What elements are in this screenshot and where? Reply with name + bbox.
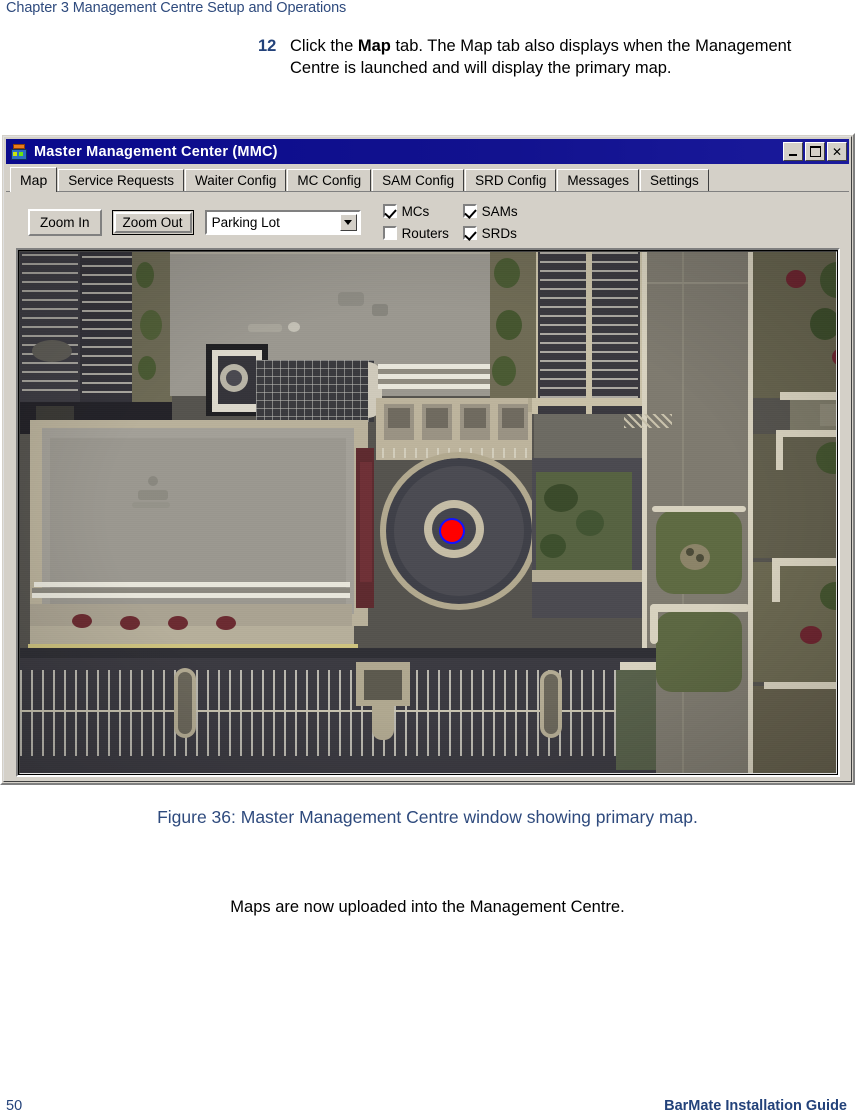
tab-waiter-config[interactable]: Waiter Config (185, 169, 287, 191)
tab-srd-config[interactable]: SRD Config (465, 169, 557, 191)
checkbox-srds-box[interactable] (462, 226, 477, 240)
tab-strip: Map Service Requests Waiter Config MC Co… (6, 166, 849, 192)
checkbox-routers-box[interactable] (382, 226, 397, 240)
checkbox-mcs-label: MCs (401, 203, 430, 219)
footer-guide-title: BarMate Installation Guide (664, 1098, 847, 1114)
step-text: Click the Map tab. The Map tab also disp… (290, 36, 810, 79)
device-marker[interactable] (439, 518, 465, 544)
figure-caption: Figure 36: Master Management Centre wind… (0, 805, 855, 829)
checkbox-sams-label: SAMs (481, 203, 518, 219)
numbered-step: 12 Click the Map tab. The Map tab also d… (258, 36, 838, 79)
closing-paragraph: Maps are now uploaded into the Managemen… (230, 898, 625, 916)
running-head: Chapter 3 Management Centre Setup and Op… (6, 0, 347, 16)
maximize-button[interactable] (805, 142, 825, 161)
zoom-out-label: Zoom Out (122, 214, 183, 230)
map-select-dropdown[interactable]: Parking Lot (204, 209, 361, 235)
checkbox-mcs[interactable]: MCs (382, 203, 463, 219)
close-button[interactable]: ✕ (827, 142, 847, 161)
window-title: Master Management Center (MMC) (34, 143, 278, 160)
checkbox-sams[interactable]: SAMs (462, 203, 543, 219)
checkbox-routers-label: Routers (401, 225, 449, 241)
step-text-before: Click the (290, 37, 358, 55)
mmc-app-icon (10, 143, 28, 161)
zoom-in-button[interactable]: Zoom In (28, 208, 102, 236)
minimize-button[interactable] (783, 142, 803, 161)
checkbox-srds[interactable]: SRDs (462, 225, 543, 241)
checkbox-sams-box[interactable] (462, 204, 477, 218)
map-select-value: Parking Lot (211, 214, 280, 230)
checkbox-mcs-box[interactable] (382, 204, 397, 218)
checkbox-routers[interactable]: Routers (382, 225, 463, 241)
tab-map[interactable]: Map (10, 167, 58, 192)
document-page: Chapter 3 Management Centre Setup and Op… (0, 0, 855, 1118)
step-number: 12 (258, 37, 277, 55)
close-icon: ✕ (831, 144, 843, 159)
map-viewport[interactable] (16, 248, 840, 777)
map-toolbar: Zoom In Zoom Out Parking Lot MCs SAMs Ro… (6, 192, 849, 248)
tab-messages[interactable]: Messages (557, 169, 639, 191)
mmc-application-window: Master Management Center (MMC) ✕ Map Ser… (0, 133, 855, 785)
aerial-map-image[interactable] (20, 252, 836, 773)
chevron-down-icon[interactable] (339, 213, 357, 231)
tab-sam-config[interactable]: SAM Config (372, 169, 465, 191)
layer-checkbox-group: MCs SAMs Routers SRDs (382, 200, 543, 244)
zoom-out-button[interactable]: Zoom Out (111, 209, 194, 235)
footer-page-number: 50 (6, 1098, 23, 1114)
window-controls: ✕ (783, 142, 847, 161)
figure-caption-text: Figure 36: Master Management Centre wind… (157, 807, 698, 827)
window-titlebar[interactable]: Master Management Center (MMC) ✕ (6, 139, 849, 164)
tab-settings[interactable]: Settings (639, 169, 709, 191)
checkbox-srds-label: SRDs (481, 225, 517, 241)
tab-mc-config[interactable]: MC Config (287, 169, 372, 191)
tab-service-requests[interactable]: Service Requests (58, 169, 185, 191)
step-bold-term: Map (357, 37, 391, 55)
